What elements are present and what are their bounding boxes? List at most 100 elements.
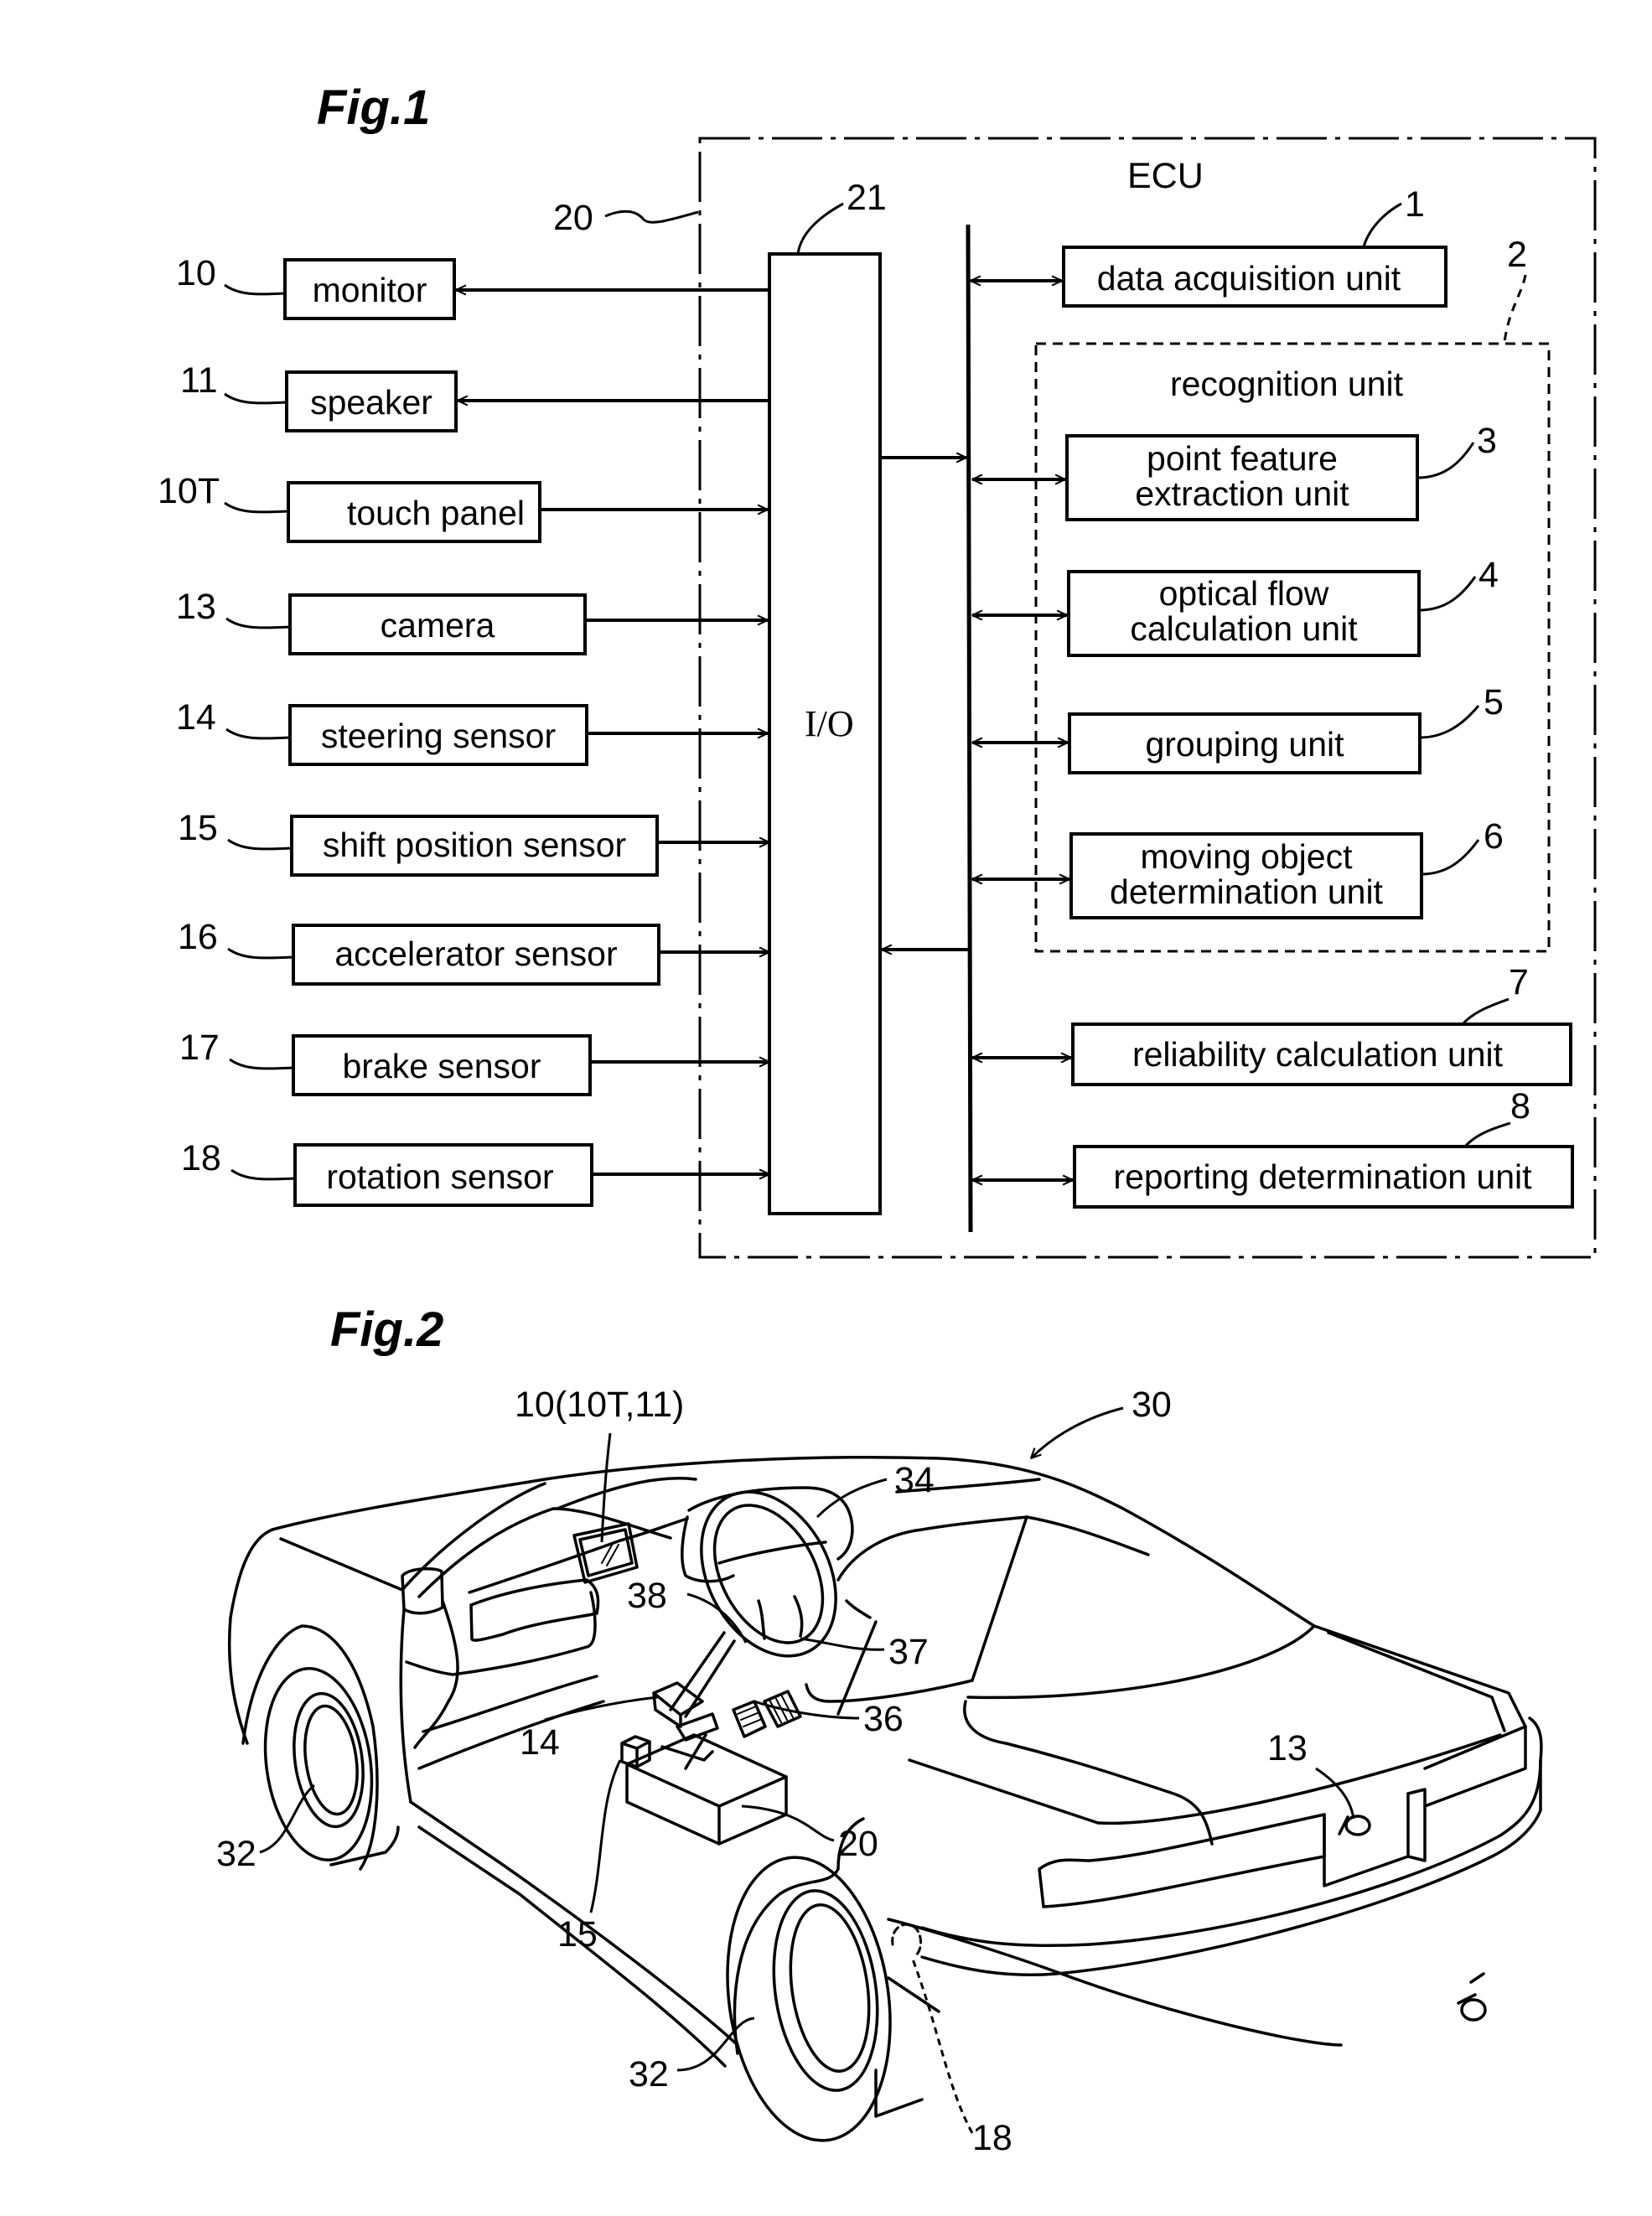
steering-sensor-leader <box>225 727 291 740</box>
reporting-label: reporting determination unit <box>1113 1157 1532 1196</box>
io-label: I/O <box>805 703 854 744</box>
seat-shoulder <box>845 1599 872 1619</box>
steering-spoke-lower <box>757 1595 804 1640</box>
touch-panel-leader <box>224 501 289 514</box>
moving-object-ref: 6 <box>1484 816 1504 857</box>
monitor-ref: 10 <box>176 253 216 293</box>
reporting-ref: 8 <box>1510 1086 1530 1126</box>
output-device-monitor: 10 monitor <box>176 253 769 320</box>
rear-bumper-bottom <box>920 1758 1542 1977</box>
leader-steering-wheel <box>816 1478 888 1519</box>
leader-ecu <box>741 1804 835 1842</box>
camera-ref: 13 <box>176 587 216 627</box>
shift-position-sensor-part <box>620 1735 651 1768</box>
label-steering-sensor: 14 <box>520 1722 560 1763</box>
label-monitor-group: 10(10T,11) <box>515 1385 684 1425</box>
front-seat-back-edge <box>971 1515 1028 1682</box>
door-pillar-front <box>399 1608 412 1804</box>
camera-label: camera <box>381 606 495 645</box>
point-feature-label-line1: point feature <box>1147 439 1338 478</box>
optical-flow-ref: 4 <box>1479 555 1499 595</box>
glovebox <box>469 1578 600 1642</box>
shift-position-sensor-label: shift position sensor <box>323 826 626 864</box>
input-device-camera: 13 camera <box>176 587 768 655</box>
point-feature-label-line2: extraction unit <box>1135 474 1349 513</box>
rear-quarter-line <box>908 1758 1100 1825</box>
accelerator-sensor-ref: 16 <box>178 917 218 957</box>
io-leader-line <box>796 202 844 255</box>
shift-position-sensor-leader <box>227 838 293 851</box>
front-seat-back-top <box>836 1515 1028 1582</box>
rotation-sensor-label: rotation sensor <box>326 1157 553 1196</box>
label-pedal-36: 36 <box>863 1699 904 1739</box>
recognition-unit-leader <box>1503 274 1527 343</box>
reliability-leader <box>1461 997 1510 1026</box>
leader-camera <box>1315 1767 1355 1820</box>
optical-flow-calculation-unit: optical flow calculation unit 4 <box>972 555 1499 657</box>
brake-sensor-leader <box>229 1058 294 1070</box>
figure-1-title: Fig.1 <box>317 80 430 135</box>
optical-flow-label-line1: optical flow <box>1159 574 1329 613</box>
trunk-side-line <box>963 1700 1214 1846</box>
rear-window-top <box>1025 1515 1150 1556</box>
figure-2-labels: 10(10T,11) 30 34 38 37 36 14 15 20 13 32… <box>216 1385 1355 2158</box>
moving-object-label-line1: moving object <box>1141 837 1354 876</box>
label-ecu: 20 <box>838 1824 878 1864</box>
input-device-rotation-sensor: 18 rotation sensor <box>181 1138 769 1207</box>
instrument-binnacle-left <box>681 1515 735 1583</box>
label-pedal-38: 38 <box>627 1576 667 1616</box>
grouping-unit: grouping unit 5 <box>972 682 1504 774</box>
ecu-leader-line <box>604 210 699 224</box>
leader-front-wheel <box>259 1784 315 1854</box>
front-wheel-arch <box>241 1624 379 1871</box>
hood-edge <box>279 1537 404 1592</box>
trunk-front-edge <box>966 1624 1316 1700</box>
input-device-brake-sensor: 17 brake sensor <box>179 1028 769 1096</box>
patent-drawing: Fig.1 ECU 20 I/O 21 10 monitor 11 speake… <box>158 80 1597 2158</box>
reliability-label: reliability calculation unit <box>1132 1035 1504 1074</box>
input-device-accelerator-sensor: 16 accelerator sensor <box>178 917 769 986</box>
monitor-leader <box>224 283 286 296</box>
point-feature-ref: 3 <box>1477 421 1497 461</box>
leader-monitor-group <box>600 1432 612 1543</box>
data-acquisition-unit: data acquisition unit 1 <box>971 184 1447 308</box>
io-ref-number: 21 <box>847 178 887 218</box>
dashboard-top <box>556 1477 697 1510</box>
vehicle-illustration <box>227 1455 1543 2142</box>
output-device-speaker: 11 speaker <box>180 360 769 432</box>
label-pedal-37: 37 <box>888 1632 929 1672</box>
leader-rotation-sensor <box>910 1956 974 2134</box>
reporting-leader <box>1463 1121 1511 1148</box>
reliability-ref: 7 <box>1509 962 1529 1002</box>
rear-camera <box>1344 1815 1371 1836</box>
moving-object-leader <box>1421 839 1480 876</box>
point-feature-extraction-unit: point feature extraction unit 3 <box>972 421 1497 521</box>
rear-lower-body <box>887 1918 1343 2047</box>
accelerator-sensor-label: accelerator sensor <box>334 935 617 973</box>
leader-shift-sensor <box>589 1759 622 1913</box>
grouping-leader <box>1419 705 1480 739</box>
grouping-label: grouping unit <box>1145 725 1344 764</box>
camera-leader <box>225 617 291 629</box>
data-acquisition-label: data acquisition unit <box>1097 259 1401 298</box>
touch-panel-label: touch panel <box>347 494 525 532</box>
rear-rim-inner <box>789 1903 871 2073</box>
moving-object-label-line2: determination unit <box>1110 872 1384 911</box>
recognition-unit: recognition unit 2 point feature extract… <box>972 235 1551 953</box>
leader-pedal-38 <box>686 1592 748 1644</box>
label-shift-sensor: 15 <box>557 1914 598 1955</box>
license-plate-recess <box>1323 1792 1410 1887</box>
steering-sensor-label: steering sensor <box>321 717 556 755</box>
speaker-ref: 11 <box>180 360 218 401</box>
rotation-sensor-part <box>891 1923 922 1959</box>
steering-column <box>669 1631 736 1718</box>
rear-lower-body-2 <box>887 1976 940 2013</box>
optical-flow-label-line2: calculation unit <box>1130 609 1358 648</box>
brake-sensor-ref: 17 <box>179 1028 220 1068</box>
data-bus <box>966 224 973 1233</box>
figure-1: Fig.1 ECU 20 I/O 21 10 monitor 11 speake… <box>158 80 1597 1259</box>
accelerator-sensor-leader <box>227 947 294 960</box>
input-device-shift-position-sensor: 15 shift position sensor <box>178 808 769 877</box>
door-sill-line-1 <box>422 1675 598 1733</box>
recognition-unit-ref: 2 <box>1507 235 1527 275</box>
